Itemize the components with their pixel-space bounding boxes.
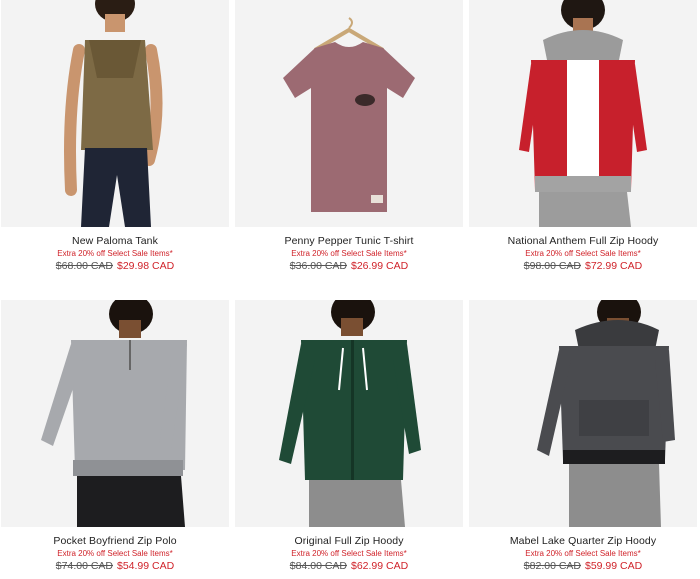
model-grey-polo-photo [1,300,229,527]
price-row: $84.00 CAD $62.99 CAD [235,560,463,572]
product-image[interactable] [1,300,229,527]
product-name[interactable]: National Anthem Full Zip Hoody [469,235,697,247]
product-name[interactable]: Penny Pepper Tunic T-shirt [235,235,463,247]
sale-price: $54.99 CAD [117,560,175,572]
promo-text: Extra 20% off Select Sale Items* [291,549,407,558]
product-card[interactable]: Pocket Boyfriend Zip Polo Extra 20% off … [1,300,229,572]
product-name[interactable]: Original Full Zip Hoody [235,535,463,547]
price-row: $36.00 CAD $26.99 CAD [235,260,463,272]
sale-price: $26.99 CAD [351,260,409,272]
original-price: $82.00 CAD [523,560,581,572]
original-price: $84.00 CAD [289,560,347,572]
product-card[interactable]: Penny Pepper Tunic T-shirt Extra 20% off… [235,0,463,272]
original-price: $74.00 CAD [55,560,113,572]
price-row: $74.00 CAD $54.99 CAD [1,560,229,572]
hanger-tshirt-photo [235,0,463,227]
product-image[interactable] [469,300,697,527]
sale-price: $62.99 CAD [351,560,409,572]
promo-text: Extra 20% off Select Sale Items* [291,249,407,258]
product-name[interactable]: New Paloma Tank [1,235,229,247]
model-green-hoody-photo [235,300,463,527]
model-charcoal-hoody-photo [469,300,697,527]
promo-text: Extra 20% off Select Sale Items* [525,549,641,558]
promo-text: Extra 20% off Select Sale Items* [525,249,641,258]
product-image[interactable] [235,300,463,527]
original-price: $36.00 CAD [289,260,347,272]
product-name[interactable]: Pocket Boyfriend Zip Polo [1,535,229,547]
product-image[interactable] [469,0,697,227]
promo-text: Extra 20% off Select Sale Items* [57,549,173,558]
price-row: $98.00 CAD $72.99 CAD [469,260,697,272]
product-card[interactable]: Mabel Lake Quarter Zip Hoody Extra 20% o… [469,300,697,572]
promo-text: Extra 20% off Select Sale Items* [57,249,173,258]
product-image[interactable] [235,0,463,227]
model-olive-tank-photo [1,0,229,227]
sale-price: $29.98 CAD [117,260,175,272]
price-row: $82.00 CAD $59.99 CAD [469,560,697,572]
product-card[interactable]: National Anthem Full Zip Hoody Extra 20%… [469,0,697,272]
sale-price: $59.99 CAD [585,560,643,572]
product-image[interactable] [1,0,229,227]
product-card[interactable]: New Paloma Tank Extra 20% off Select Sal… [1,0,229,272]
original-price: $68.00 CAD [55,260,113,272]
price-row: $68.00 CAD $29.98 CAD [1,260,229,272]
model-red-hoody-photo [469,0,697,227]
original-price: $98.00 CAD [523,260,581,272]
product-name[interactable]: Mabel Lake Quarter Zip Hoody [469,535,697,547]
product-grid: New Paloma Tank Extra 20% off Select Sal… [0,0,700,579]
product-card[interactable]: Original Full Zip Hoody Extra 20% off Se… [235,300,463,572]
sale-price: $72.99 CAD [585,260,643,272]
